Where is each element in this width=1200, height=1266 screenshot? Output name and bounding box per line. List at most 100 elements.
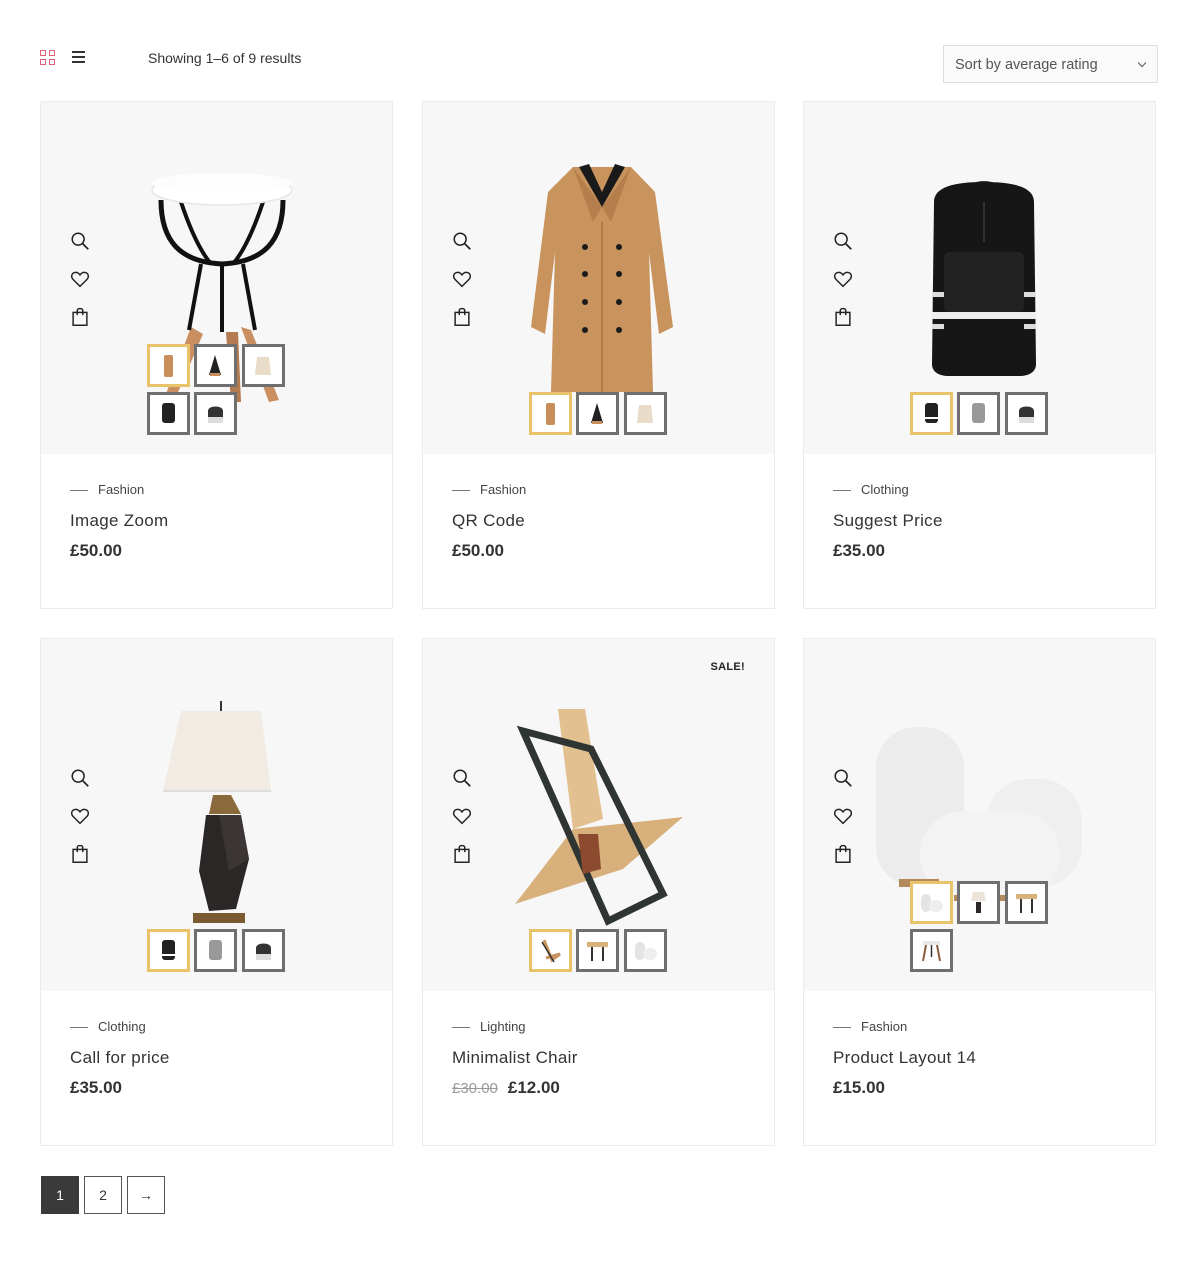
search-icon [71,232,89,250]
product-image-area[interactable] [804,639,1155,991]
product-info: Clothing Suggest Price £35.00 [804,454,1155,608]
swatch-backpack-grey[interactable] [194,929,237,972]
swatch-coat[interactable] [147,344,190,387]
chevron-down-icon [1137,58,1147,68]
sort-select[interactable]: Sort by average rating [943,45,1158,83]
product-actions [69,230,93,344]
heart-icon [452,808,472,825]
quick-view-button[interactable] [832,230,856,254]
shopping-bag-icon [72,307,88,326]
product-info: Fashion QR Code £50.00 [423,454,774,608]
swatch-dark-coat[interactable] [576,392,619,435]
product-card[interactable]: SALE! Lighting Minimalist Chair £30.00 £1… [422,638,775,1146]
product-price: £50.00 [452,541,504,560]
sort-select-value: Sort by average rating [955,57,1098,73]
swatch-backpack-dark[interactable] [242,929,285,972]
product-actions [451,767,475,881]
product-price: £30.00 £12.00 [452,1078,560,1098]
swatch-side-table[interactable] [576,929,619,972]
product-card[interactable]: Clothing Suggest Price £35.00 [803,101,1156,609]
shopping-bag-icon [72,844,88,863]
shopping-bag-icon [454,307,470,326]
search-icon [453,232,471,250]
grid-view-icon[interactable] [40,50,56,66]
swatch-backpack-black[interactable] [147,392,190,435]
product-card[interactable]: Clothing Call for price £35.00 [40,638,393,1146]
swatch-beige-coat[interactable] [242,344,285,387]
swatch-poufs[interactable] [910,881,953,924]
product-price: £50.00 [70,541,122,560]
product-title[interactable]: QR Code [452,511,525,531]
heart-icon [70,271,90,288]
swatch-backpack-black[interactable] [910,392,953,435]
product-category[interactable]: Fashion [833,1019,907,1034]
quick-view-button[interactable] [832,767,856,791]
swatch-backpack-black[interactable] [147,929,190,972]
swatch-backpack-grey[interactable] [957,392,1000,435]
list-view-icon[interactable] [71,50,87,66]
product-image-area[interactable] [41,639,392,991]
wishlist-button[interactable] [451,805,475,829]
product-card[interactable]: Fashion Product Layout 14 £15.00 [803,638,1156,1146]
swatch-stool[interactable] [910,929,953,972]
page-1-link[interactable]: 1 [41,1176,79,1214]
wishlist-button[interactable] [69,268,93,292]
swatch-backpack-grey[interactable] [194,392,237,435]
product-title[interactable]: Product Layout 14 [833,1048,976,1068]
page-2-link[interactable]: 2 [84,1176,122,1214]
swatch-beige-coat[interactable] [624,392,667,435]
quick-view-button[interactable] [451,767,475,791]
quick-view-button[interactable] [69,767,93,791]
swatch-dark-coat[interactable] [194,344,237,387]
result-count: Showing 1–6 of 9 results [148,50,302,66]
product-category[interactable]: Lighting [452,1019,526,1034]
quick-view-button[interactable] [451,230,475,254]
product-image-area[interactable] [423,102,774,454]
sale-price: £12.00 [507,1078,560,1097]
product-image-area[interactable] [804,102,1155,454]
search-icon [453,769,471,787]
swatch-poufs[interactable] [624,929,667,972]
search-icon [834,769,852,787]
product-title[interactable]: Minimalist Chair [452,1048,578,1068]
product-category[interactable]: Fashion [452,482,526,497]
product-title[interactable]: Call for price [70,1048,170,1068]
product-image-area[interactable] [41,102,392,454]
product-title[interactable]: Image Zoom [70,511,168,531]
product-category[interactable]: Fashion [70,482,144,497]
swatch-chair[interactable] [529,929,572,972]
add-to-cart-button[interactable] [69,843,93,867]
wishlist-button[interactable] [832,268,856,292]
search-icon [834,232,852,250]
arrow-right-icon[interactable]: → [127,1176,165,1214]
add-to-cart-button[interactable] [832,843,856,867]
product-card[interactable]: Fashion QR Code £50.00 [422,101,775,609]
product-category[interactable]: Clothing [70,1019,146,1034]
product-actions [832,767,856,881]
product-price: £35.00 [833,541,885,560]
product-card[interactable]: Fashion Image Zoom £50.00 [40,101,393,609]
product-title[interactable]: Suggest Price [833,511,943,531]
shop-toolbar: Showing 1–6 of 9 results Sort by average… [40,44,1158,84]
add-to-cart-button[interactable] [69,306,93,330]
shopping-bag-icon [835,307,851,326]
wishlist-button[interactable] [451,268,475,292]
product-info: Clothing Call for price £35.00 [41,991,392,1145]
product-image-area[interactable]: SALE! [423,639,774,991]
heart-icon [70,808,90,825]
heart-icon [833,808,853,825]
add-to-cart-button[interactable] [451,843,475,867]
shopping-bag-icon [835,844,851,863]
swatch-backpack-dark[interactable] [1005,392,1048,435]
wishlist-button[interactable] [69,805,93,829]
wishlist-button[interactable] [832,805,856,829]
product-price: £15.00 [833,1078,885,1097]
swatch-lamp[interactable] [957,881,1000,924]
swatch-coat[interactable] [529,392,572,435]
add-to-cart-button[interactable] [832,306,856,330]
sale-badge: SALE! [710,661,745,673]
add-to-cart-button[interactable] [451,306,475,330]
quick-view-button[interactable] [69,230,93,254]
product-category[interactable]: Clothing [833,482,909,497]
swatch-side-table[interactable] [1005,881,1048,924]
